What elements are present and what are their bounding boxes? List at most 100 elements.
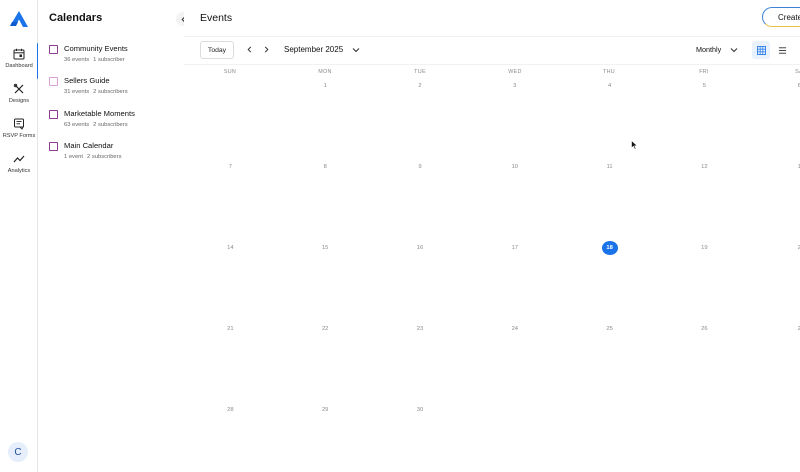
date-number[interactable]: 3	[507, 79, 523, 93]
calendar-item-marketable-moments[interactable]: Marketable Moments 63 events 2 subscriber…	[49, 107, 179, 133]
calendar-checkbox[interactable]	[49, 45, 58, 54]
rail-item-label: Designs	[8, 98, 30, 104]
chevron-down-icon[interactable]	[730, 46, 738, 54]
calendar-checkbox[interactable]	[49, 142, 58, 151]
view-select[interactable]: Monthly	[696, 45, 721, 54]
list-view-button[interactable]	[776, 44, 788, 56]
date-number[interactable]: 5	[696, 79, 712, 93]
date-number[interactable]: 1	[317, 79, 333, 93]
rail-item-rsvp-forms[interactable]: RSVP Forms	[0, 118, 38, 152]
date-number[interactable]: 19	[696, 241, 712, 255]
event-count: 63 events	[64, 122, 90, 128]
calendar-name: Main Calendar	[64, 141, 114, 150]
date-number[interactable]: 21	[222, 322, 238, 336]
pencil-ruler-icon	[13, 83, 24, 94]
event-count: 1 event	[64, 154, 84, 160]
date-number[interactable]: 14	[222, 241, 238, 255]
today-button[interactable]: Today	[200, 41, 234, 59]
date-number[interactable]: 11	[602, 160, 618, 174]
weekday-header: FRI	[699, 69, 709, 75]
date-number[interactable]: 23	[412, 322, 428, 336]
date-number[interactable]: 16	[412, 241, 428, 255]
weekday-header: TUE	[414, 69, 426, 75]
calendar-name: Community Events	[64, 44, 128, 53]
date-number[interactable]: 8	[317, 160, 333, 174]
brand-logo-icon[interactable]	[9, 10, 29, 28]
calendar-item-main-calendar[interactable]: Main Calendar 1 event 2 subscribers	[49, 139, 179, 165]
date-number[interactable]: 15	[317, 241, 333, 255]
date-number[interactable]: 2	[791, 241, 800, 255]
weekday-header: THU	[603, 69, 615, 75]
weekday-header: SUN	[223, 69, 237, 75]
avatar[interactable]: C	[8, 442, 28, 462]
trend-icon	[13, 155, 25, 163]
day-cell[interactable]	[753, 403, 800, 472]
date-number[interactable]: 1	[791, 160, 800, 174]
calendar-meta: 31 events 2 subscribers	[64, 89, 128, 95]
chevron-right-icon	[264, 46, 268, 52]
subscriber-count: 2 subscribers	[87, 154, 122, 160]
rail-item-label: RSVP Forms	[2, 133, 36, 139]
calendar-meta: 63 events 2 subscribers	[64, 122, 128, 128]
date-number[interactable]: 28	[222, 403, 238, 417]
chevron-left-icon	[247, 46, 251, 52]
calendar-item-sellers-guide[interactable]: Sellers Guide 31 events 2 subscribers	[49, 74, 179, 100]
events-main: Events Create Today September 2025 Month…	[184, 0, 800, 472]
date-number[interactable]: 24	[507, 322, 523, 336]
subscriber-count: 2 subscribers	[93, 89, 128, 95]
header-divider	[184, 36, 800, 37]
rail-item-label: Dashboard	[5, 63, 33, 69]
month-grid: SUN MON TUE WED THU FRI SA 1234567891011…	[184, 64, 800, 472]
chevron-down-icon[interactable]	[352, 46, 360, 54]
date-number[interactable]: 9	[412, 160, 428, 174]
next-month-button[interactable]	[261, 44, 271, 54]
date-number[interactable]: 12	[696, 160, 712, 174]
calendars-panel: Calendars Community Events 36 events 1 su…	[38, 0, 190, 472]
date-number[interactable]: 25	[602, 322, 618, 336]
weekday-header: SA	[795, 69, 800, 75]
calendar-item-community-events[interactable]: Community Events 36 events 1 subscriber	[49, 42, 179, 68]
grid-view-button[interactable]	[752, 41, 770, 59]
rail-item-analytics[interactable]: Analytics	[0, 153, 38, 187]
date-number[interactable]: 17	[507, 241, 523, 255]
date-number[interactable]: 30	[412, 403, 428, 417]
date-number[interactable]: 6	[791, 79, 800, 93]
date-number[interactable]: 7	[222, 160, 238, 174]
date-number[interactable]: 29	[317, 403, 333, 417]
weekday-header: WED	[508, 69, 522, 75]
calendar-meta: 1 event 2 subscribers	[64, 154, 122, 160]
left-rail: Dashboard Designs RSVP Forms Analytics C	[0, 0, 39, 472]
day-cell[interactable]	[563, 403, 658, 472]
calendar-name: Sellers Guide	[64, 76, 110, 85]
day-cell[interactable]	[184, 79, 279, 160]
event-count: 36 events	[64, 57, 90, 63]
day-cell[interactable]	[658, 403, 753, 472]
calendar-checkbox[interactable]	[49, 77, 58, 86]
month-label[interactable]: September 2025	[284, 45, 343, 54]
date-number[interactable]: 4	[602, 79, 618, 93]
create-button[interactable]: Create	[762, 7, 800, 27]
previous-month-button[interactable]	[244, 44, 254, 54]
calendars-title: Calendars	[49, 12, 103, 24]
list-icon	[778, 46, 786, 54]
page-title: Events	[200, 12, 233, 24]
date-number[interactable]: 2	[791, 322, 800, 336]
subscriber-count: 1 subscriber	[93, 57, 125, 63]
date-number[interactable]: 26	[696, 322, 712, 336]
subscriber-count: 2 subscribers	[93, 122, 128, 128]
rail-item-designs[interactable]: Designs	[0, 83, 38, 117]
rail-item-label: Analytics	[7, 168, 31, 174]
calendar-toolbar: Today September 2025 Monthly	[184, 40, 800, 62]
today-date-number[interactable]: 18	[601, 241, 618, 255]
calendar-meta: 36 events 1 subscriber	[64, 57, 125, 63]
day-cell[interactable]	[468, 403, 563, 472]
calendar-name: Marketable Moments	[64, 109, 135, 118]
weekday-header: MON	[318, 69, 332, 75]
date-number[interactable]: 10	[507, 160, 523, 174]
date-number[interactable]: 22	[317, 322, 333, 336]
date-number[interactable]: 2	[412, 79, 428, 93]
calendar-checkbox[interactable]	[49, 110, 58, 119]
event-count: 31 events	[64, 89, 90, 95]
calendar-icon	[13, 48, 25, 60]
rail-item-dashboard[interactable]: Dashboard	[0, 43, 39, 82]
